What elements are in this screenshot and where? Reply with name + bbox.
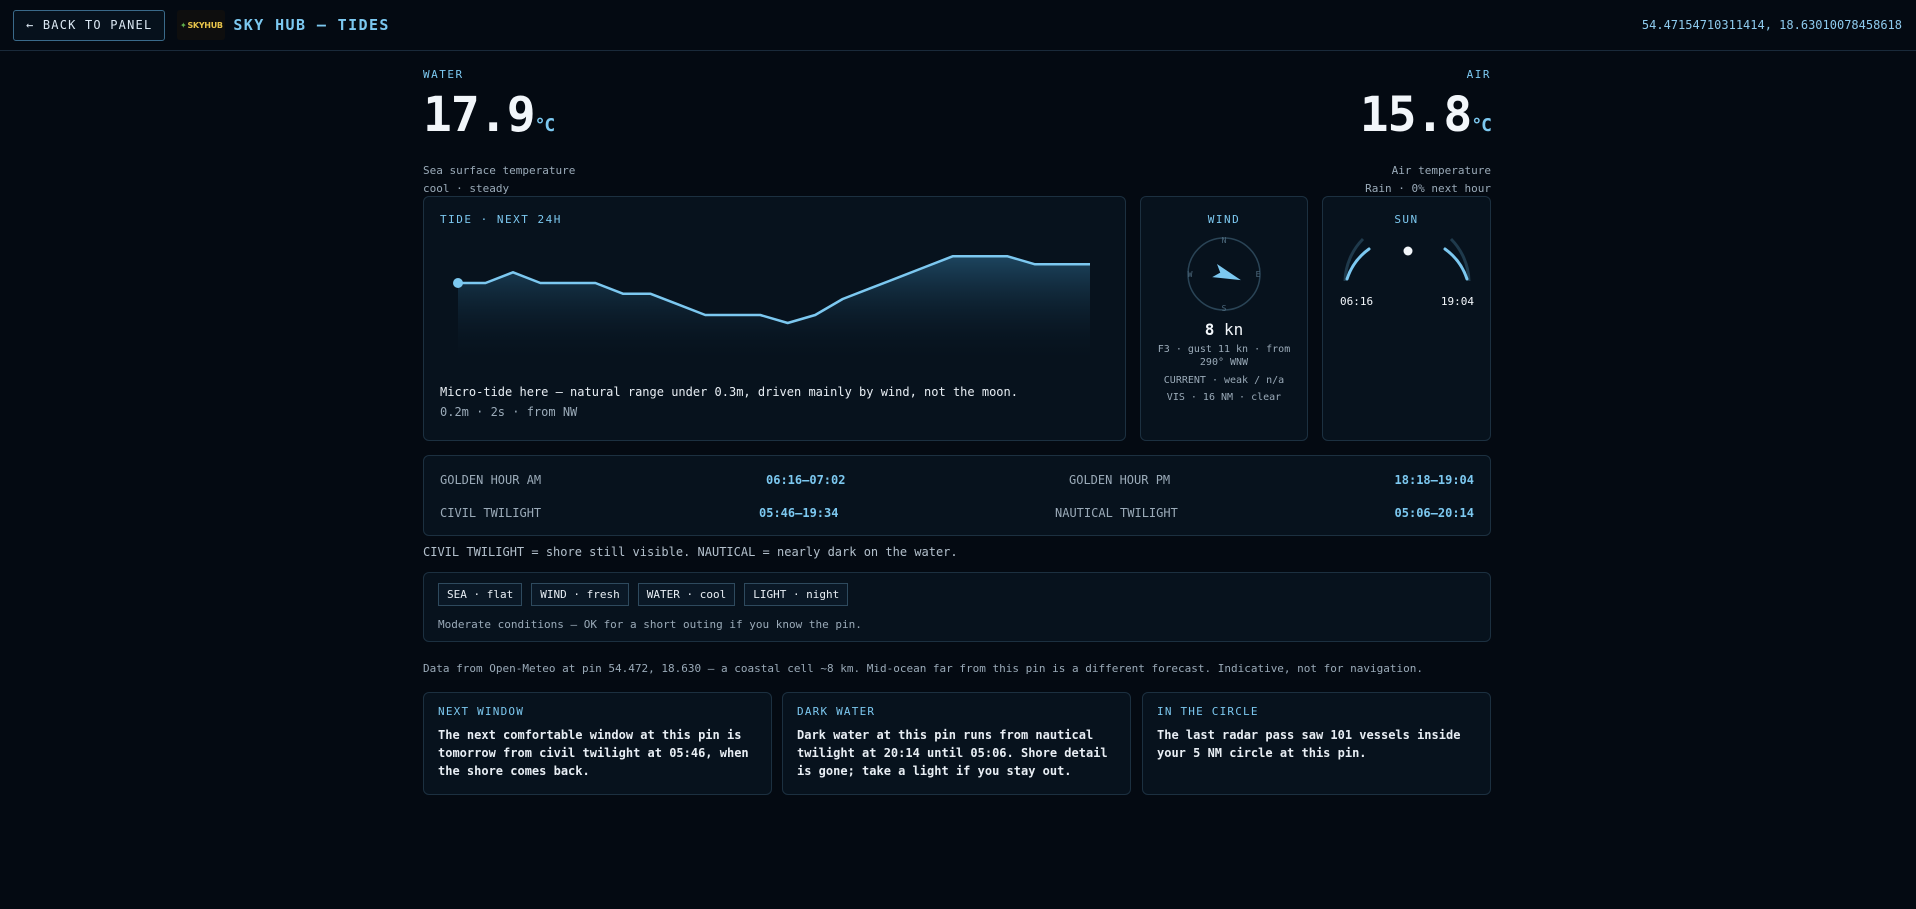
back-to-panel-button[interactable]: ← BACK TO PANEL [13,9,166,41]
dark-water-body: Dark water at this pin runs from nautica… [797,728,1108,778]
tide-chart [453,255,1090,355]
top-bar: ← BACK TO PANEL ✦ SKYHUB SKY HUB — TIDES … [0,0,1916,51]
wind-detail: F3 · gust 11 kn · from 290° WNW [1157,344,1291,368]
pin-coordinates: 54.47154710311414, 18.63010078458618 [1641,18,1902,32]
page-title: SKY HUB — TIDES [233,16,390,34]
sun-label: SUN [1394,213,1419,226]
next-window-body: The next comfortable window at this pin … [438,728,749,778]
compass-n: N [1222,236,1227,245]
air-unit: °C [1471,115,1492,136]
in-the-circle-card: IN THE CIRCLE The last radar pass saw 10… [1142,692,1491,795]
water-temp-value: 17.9°C [423,91,575,150]
sunset-time: 19:04 [1440,295,1474,308]
wind-compass: N E S W [1187,236,1261,313]
wind-speed-value: 8 [1204,320,1215,339]
water-value: 17.9 [423,87,536,143]
civil-twilight-label: CIVIL TWILIGHT [440,506,542,520]
in-the-circle-title: IN THE CIRCLE [1157,705,1259,718]
light-times-card: GOLDEN HOUR AM 06:16–07:02 GOLDEN HOUR P… [423,455,1491,536]
tide-area [458,256,1090,355]
tide-note: Micro-tide here — natural range under 0.… [440,385,1018,399]
tag-water: WATER · cool [637,583,736,606]
tide-card: TIDE · NEXT 24H Micro-tide here — natura… [423,196,1126,441]
golden-am-time: 06:16–07:02 [766,473,846,487]
dark-water-title: DARK WATER [797,705,876,718]
water-unit: °C [534,115,556,136]
leaf-icon: ✦ [180,20,187,30]
data-source-note: Data from Open-Meteo at pin 54.472, 18.6… [423,662,1424,675]
tag-wind: WIND · fresh [531,583,629,606]
sun-card: SUN 06:16 19:04 [1322,196,1491,441]
in-the-circle-body: The last radar pass saw 101 vessels insi… [1157,728,1461,760]
wind-card: WIND N E S W 8 kn F3 · gust 11 kn · from… [1140,196,1308,441]
golden-pm-label: GOLDEN HOUR PM [1069,473,1171,487]
water-temperature: WATER 17.9°C Sea surface temperature coo… [423,68,575,198]
compass-s: S [1222,304,1227,313]
conditions-summary: Moderate conditions — OK for a short out… [438,618,862,631]
golden-am-label: GOLDEN HOUR AM [440,473,542,487]
wind-direction-arrow-icon [1212,264,1241,281]
sun-arc-icon [1343,237,1471,282]
sunrise-time: 06:16 [1340,295,1374,308]
next-window-card: NEXT WINDOW The next comfortable window … [423,692,772,795]
nautical-twilight-label: NAUTICAL TWILIGHT [1055,506,1178,520]
skyhub-logo: ✦ SKYHUB [177,10,226,40]
logo-text: SKYHUB [187,20,223,30]
air-desc-1: Air temperature [1391,164,1491,177]
current-status: CURRENT · weak / n/a [1163,375,1285,386]
compass-e: E [1256,270,1261,279]
tide-now-marker [453,278,463,288]
wind-speed: 8 kn [1141,320,1307,339]
wind-label: WIND [1207,213,1241,226]
air-value: 15.8 [1359,87,1473,143]
twilight-note: CIVIL TWILIGHT = shore still visible. NA… [423,545,958,559]
next-window-title: NEXT WINDOW [438,705,525,718]
air-temperature: AIR 15.8°C Air temperature Rain · 0% nex… [1360,68,1492,198]
dark-water-card: DARK WATER Dark water at this pin runs f… [782,692,1131,795]
air-description: Air temperature Rain · 0% next hour [1360,162,1491,198]
conditions-card: SEA · flat WIND · fresh WATER · cool LIG… [423,572,1491,642]
condition-tags: SEA · flat WIND · fresh WATER · cool LIG… [438,583,849,606]
civil-twilight-time: 05:46–19:34 [759,506,839,520]
water-description: Sea surface temperature cool · steady [423,162,575,198]
tide-summary: 0.2m · 2s · from NW [440,405,578,419]
tide-label: TIDE · NEXT 24H [440,213,562,226]
tag-sea: SEA · flat [438,583,523,606]
tag-light: LIGHT · night [744,583,849,606]
golden-pm-time: 18:18–19:04 [1394,473,1474,487]
nautical-twilight-time: 05:06–20:14 [1394,506,1474,520]
sun-position-icon [1403,246,1413,256]
wind-speed-unit: kn [1224,320,1244,339]
air-temp-value: 15.8°C [1360,91,1492,150]
water-label: WATER [423,68,464,81]
visibility-status: VIS · 16 NM · clear [1166,392,1282,403]
compass-w: W [1188,270,1193,279]
air-label: AIR [1466,68,1491,81]
water-desc-1: Sea surface temperature [423,164,576,177]
